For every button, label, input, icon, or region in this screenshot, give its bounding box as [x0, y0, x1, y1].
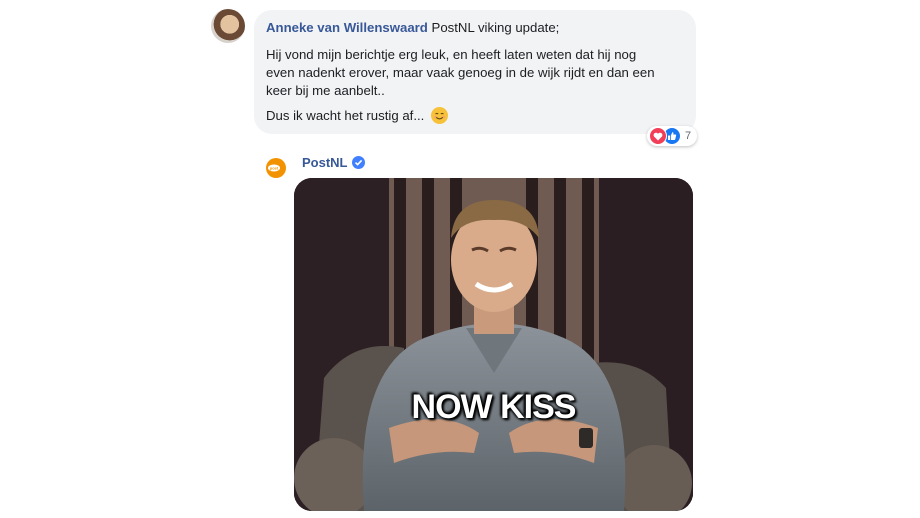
verified-badge-icon: [351, 156, 365, 169]
comment-paragraph-2-row: Dus ik wacht het rustig af...: [266, 107, 684, 125]
postnl-logo-icon: post: [266, 158, 286, 178]
comment-author-link[interactable]: Anneke van Willenswaard: [266, 20, 428, 35]
comment-paragraph-2: Dus ik wacht het rustig af...: [266, 108, 425, 123]
comment-text-line1: PostNL viking update;: [431, 20, 560, 35]
gif-image: [294, 178, 693, 511]
postnl-avatar[interactable]: post: [263, 155, 289, 181]
reaction-count: 7: [685, 130, 692, 142]
love-reaction-icon: [649, 127, 667, 145]
reply-gif[interactable]: NOW KISS: [294, 178, 693, 511]
reactions-summary[interactable]: 7: [647, 126, 698, 146]
reply-author-row: PostNL: [302, 155, 365, 170]
smiling-face-emoji-icon: [431, 107, 448, 124]
comment-paragraph-1: Hij vond mijn berichtje erg leuk, en hee…: [266, 47, 655, 98]
reply-author-link[interactable]: PostNL: [302, 155, 348, 170]
gif-caption: NOW KISS: [411, 388, 577, 426]
svg-text:post: post: [270, 166, 279, 171]
commenter-avatar[interactable]: [211, 9, 245, 43]
comment-header: Anneke van Willenswaard PostNL viking up…: [266, 19, 684, 37]
comment-bubble: Anneke van Willenswaard PostNL viking up…: [254, 10, 696, 134]
